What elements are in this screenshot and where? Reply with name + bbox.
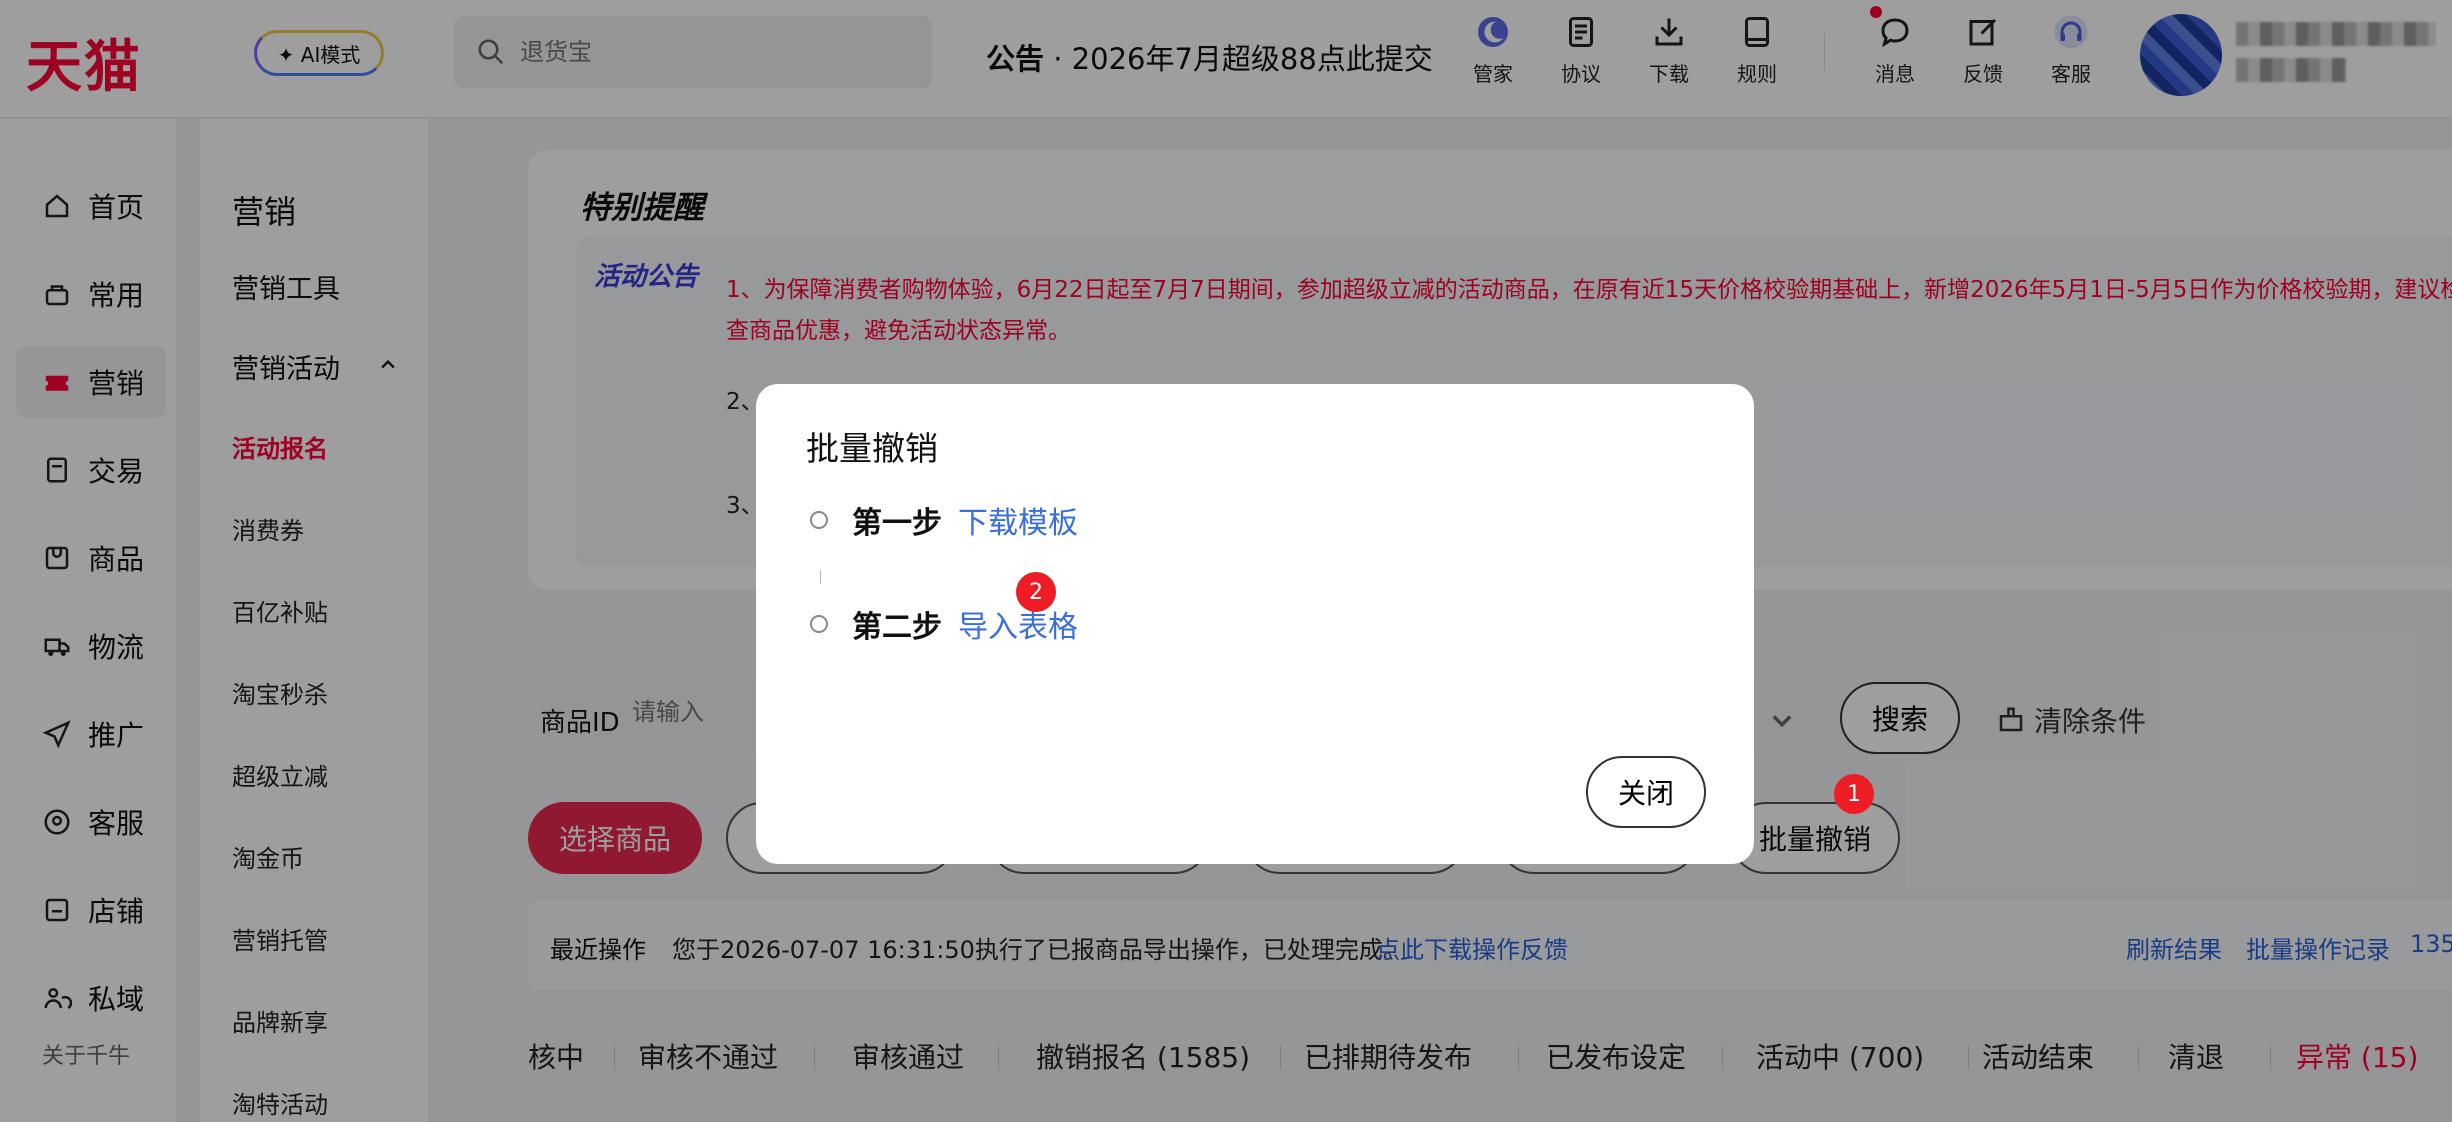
step-connector: [820, 570, 821, 584]
annotation-badge-2: 2: [1016, 572, 1056, 612]
annotation-badge-1: 1: [1834, 774, 1874, 814]
step-2-label: 第二步: [852, 610, 942, 645]
batch-cancel-dialog: 批量撤销 第一步 下载模板 第二步 导入表格 2 关闭: [756, 384, 1754, 864]
download-template-link[interactable]: 下载模板: [958, 498, 1078, 542]
dialog-title: 批量撤销: [806, 429, 938, 468]
step-2-dot: [810, 615, 828, 633]
step-1-dot: [810, 511, 828, 529]
close-dialog-button[interactable]: 关闭: [1586, 756, 1706, 828]
step-1: 第一步 下载模板: [810, 498, 1078, 542]
import-table-link[interactable]: 导入表格: [958, 602, 1078, 646]
step-1-label: 第一步: [852, 506, 942, 541]
